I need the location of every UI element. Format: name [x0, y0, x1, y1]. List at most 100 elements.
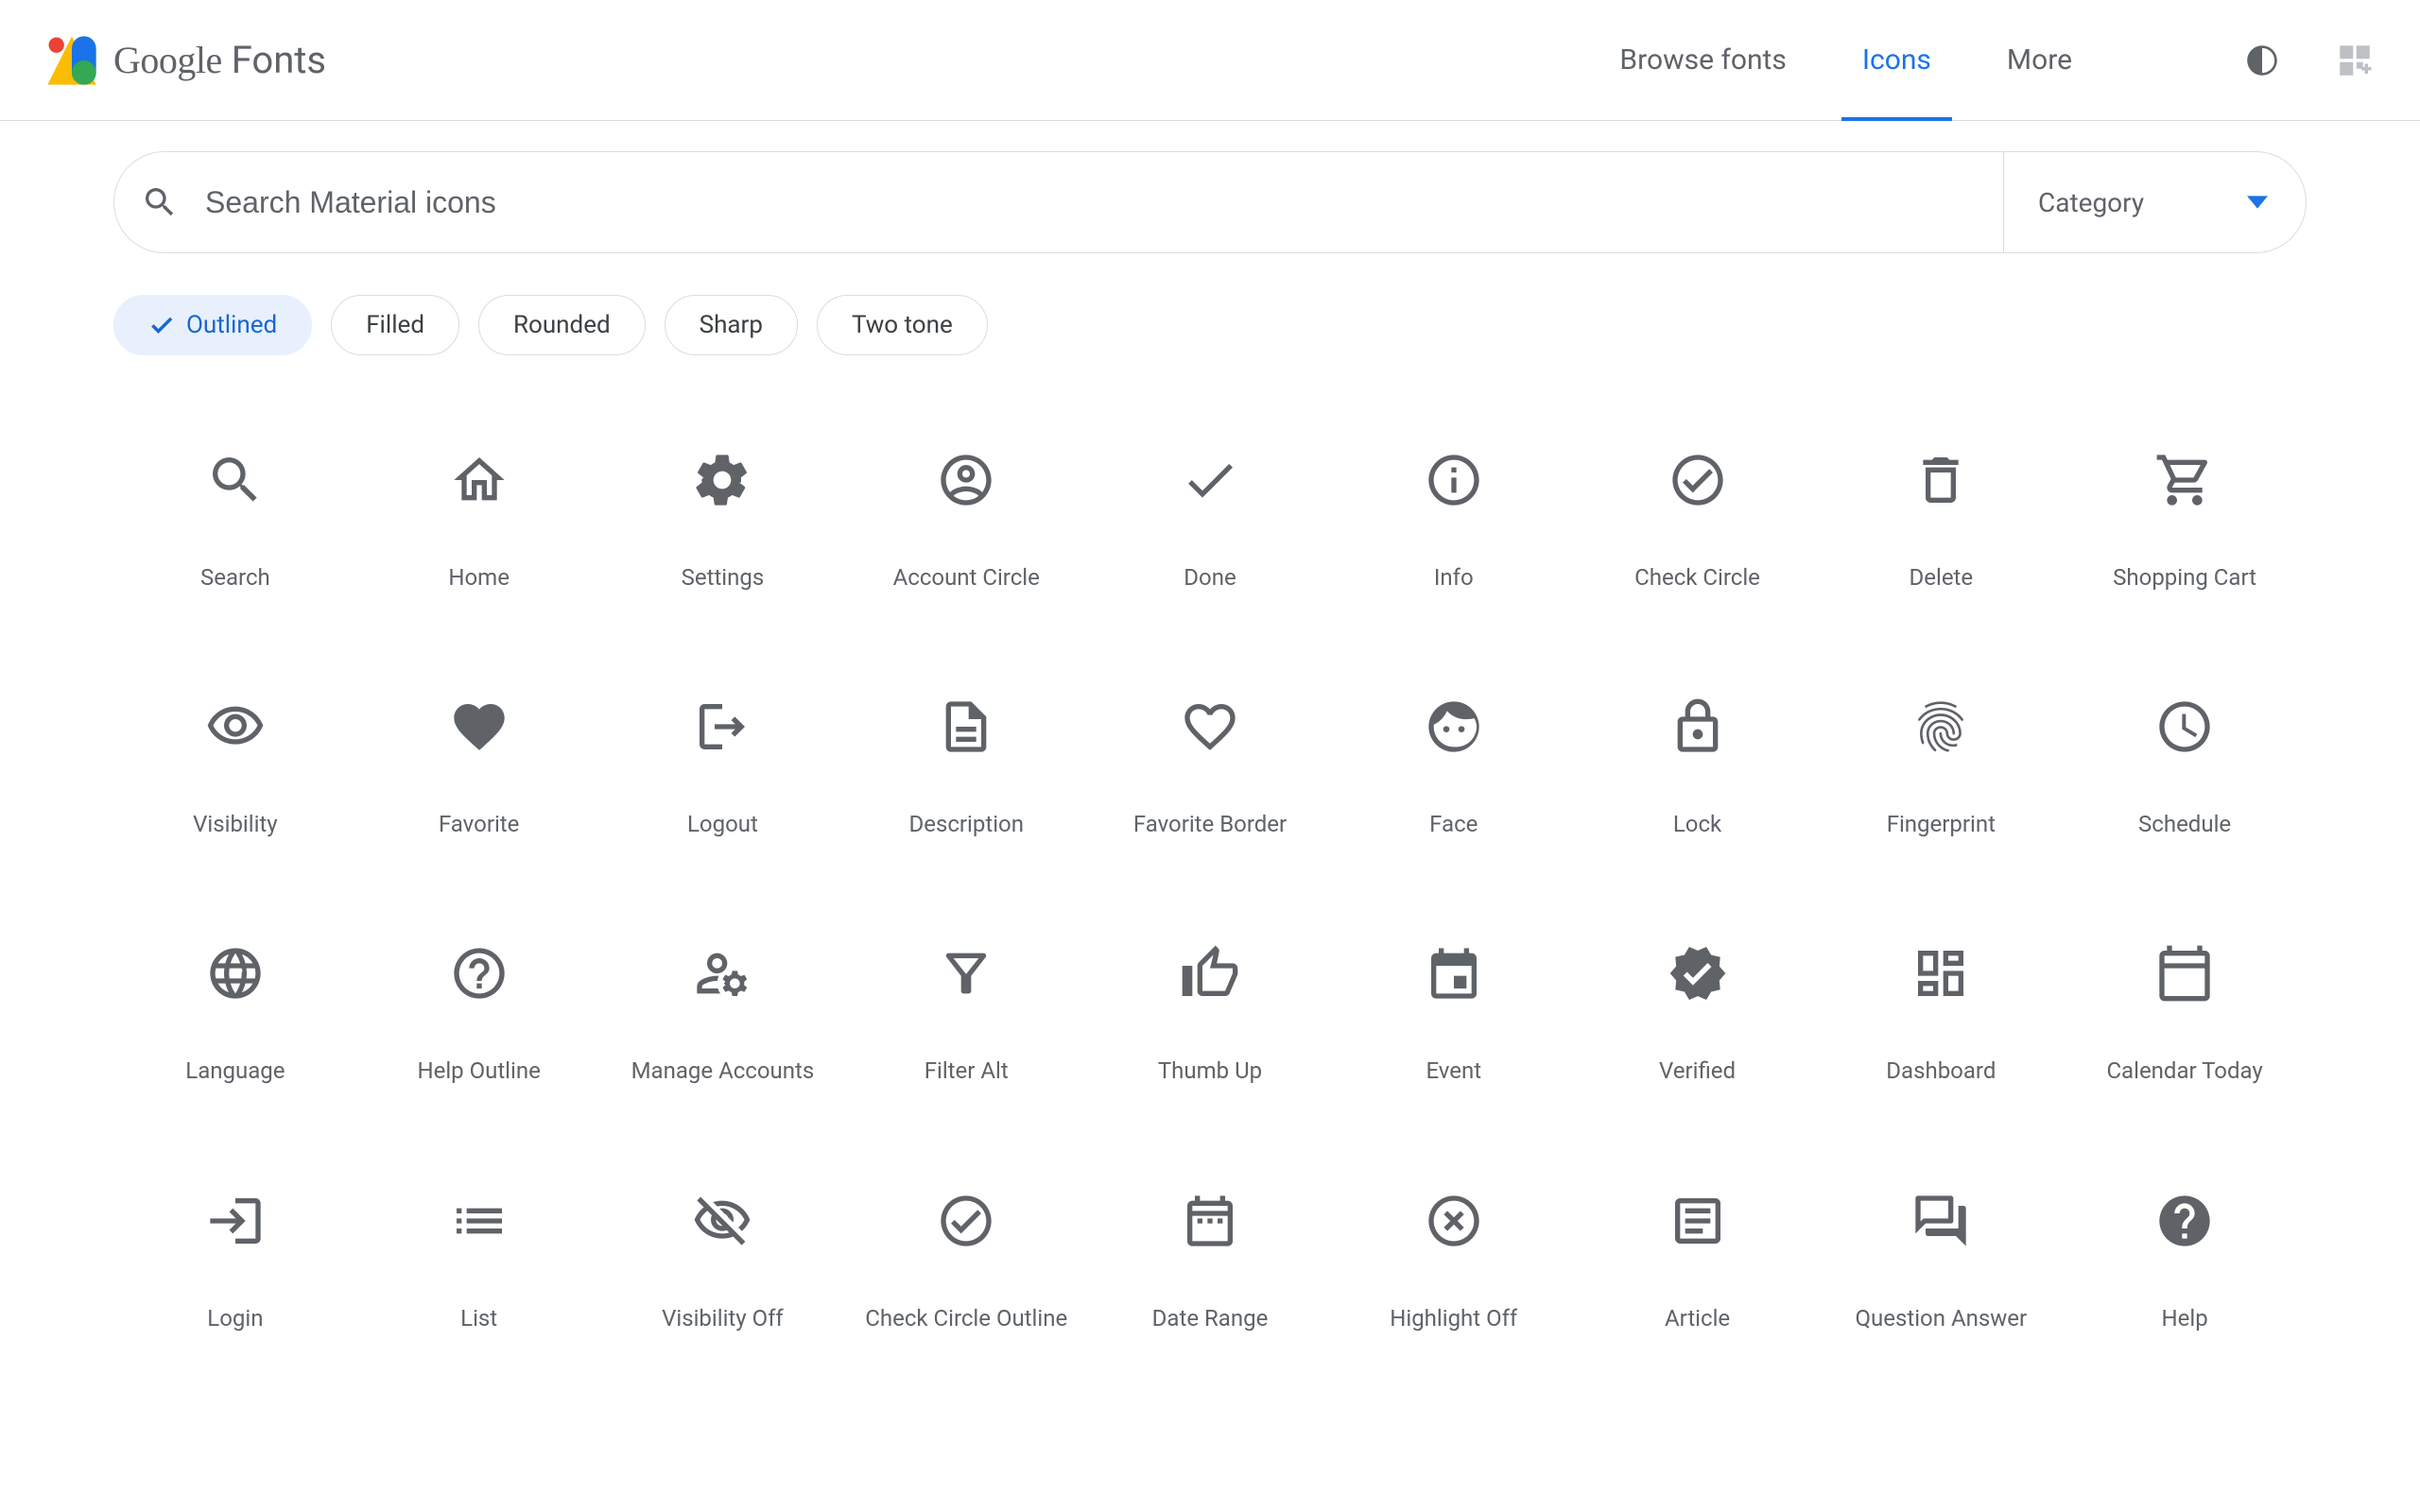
icon-label: Visibility: [193, 810, 278, 839]
category-dropdown[interactable]: Category: [2003, 151, 2306, 253]
icon-label: Logout: [687, 810, 758, 839]
chip-sharp[interactable]: Sharp: [665, 295, 798, 355]
chip-rounded[interactable]: Rounded: [478, 295, 646, 355]
icon-cell-visibility_off[interactable]: Visibility Off: [601, 1191, 845, 1333]
icon-cell-shopping_cart[interactable]: Shopping Cart: [2063, 450, 2307, 593]
top-nav: Browse fonts Icons More: [1619, 0, 2375, 120]
search-bar: Category: [113, 151, 2307, 253]
icon-cell-help[interactable]: Help: [2063, 1191, 2307, 1333]
list-icon: [449, 1191, 510, 1251]
article-icon: [1668, 1191, 1728, 1251]
logo[interactable]: Google Fonts: [45, 34, 326, 87]
icon-cell-favorite[interactable]: Favorite: [357, 696, 601, 839]
settings-icon: [692, 450, 752, 510]
icon-cell-date_range[interactable]: Date Range: [1088, 1191, 1332, 1333]
chevron-down-icon: [2247, 192, 2268, 213]
fingerprint-icon: [1910, 696, 1971, 757]
chip-outlined[interactable]: Outlined: [113, 295, 312, 355]
lock-icon: [1668, 696, 1728, 757]
icon-label: Fingerprint: [1887, 810, 1996, 839]
icon-label: Manage Accounts: [631, 1057, 815, 1086]
calendar_today-icon: [2154, 943, 2215, 1004]
dark-mode-icon[interactable]: [2242, 41, 2282, 80]
language-icon: [205, 943, 266, 1004]
icon-label: Face: [1429, 810, 1478, 839]
icon-label: Lock: [1673, 810, 1721, 839]
icon-label: Schedule: [2138, 810, 2231, 839]
event-icon: [1424, 943, 1484, 1004]
icon-cell-logout[interactable]: Logout: [601, 696, 845, 839]
home-icon: [449, 450, 510, 510]
icon-cell-fingerprint[interactable]: Fingerprint: [1819, 696, 2063, 839]
icon-label: Home: [448, 563, 510, 593]
chip-two-tone[interactable]: Two tone: [817, 295, 988, 355]
nav-icons[interactable]: Icons: [1862, 0, 1931, 120]
icon-cell-description[interactable]: Description: [844, 696, 1088, 839]
header: Google Fonts Browse fonts Icons More: [0, 0, 2420, 121]
icon-cell-check_circle_outline[interactable]: Check Circle Outline: [844, 1191, 1088, 1333]
icon-label: Shopping Cart: [2113, 563, 2256, 593]
icon-cell-list[interactable]: List: [357, 1191, 601, 1333]
search-input[interactable]: [205, 185, 2003, 220]
nav-more[interactable]: More: [2007, 0, 2072, 120]
icon-cell-highlight_off[interactable]: Highlight Off: [1332, 1191, 1576, 1333]
icon-label: Visibility Off: [662, 1304, 784, 1333]
icon-cell-language[interactable]: Language: [113, 943, 357, 1086]
icon-cell-favorite_border[interactable]: Favorite Border: [1088, 696, 1332, 839]
icon-cell-check_circle[interactable]: Check Circle: [1576, 450, 1820, 593]
category-label: Category: [2038, 187, 2228, 218]
icon-label: Question Answer: [1856, 1304, 2028, 1333]
icon-cell-done[interactable]: Done: [1088, 450, 1332, 593]
help_outline-icon: [449, 943, 510, 1004]
icon-label: Thumb Up: [1158, 1057, 1262, 1086]
schedule-icon: [2154, 696, 2215, 757]
icon-cell-thumb_up[interactable]: Thumb Up: [1088, 943, 1332, 1086]
manage_accounts-icon: [692, 943, 752, 1004]
icon-label: Article: [1665, 1304, 1730, 1333]
icon-label: Dashboard: [1886, 1057, 1996, 1086]
icon-cell-article[interactable]: Article: [1576, 1191, 1820, 1333]
icon-cell-filter_alt[interactable]: Filter Alt: [844, 943, 1088, 1086]
icon-label: List: [460, 1304, 497, 1333]
verified-icon: [1668, 943, 1728, 1004]
icon-label: Verified: [1659, 1057, 1736, 1086]
check-icon: [148, 312, 175, 338]
description-icon: [936, 696, 996, 757]
icon-cell-dashboard[interactable]: Dashboard: [1819, 943, 2063, 1086]
icon-label: Date Range: [1152, 1304, 1269, 1333]
icon-cell-settings[interactable]: Settings: [601, 450, 845, 593]
icon-label: Settings: [682, 563, 765, 593]
icon-cell-visibility[interactable]: Visibility: [113, 696, 357, 839]
icon-cell-event[interactable]: Event: [1332, 943, 1576, 1086]
icon-cell-manage_accounts[interactable]: Manage Accounts: [601, 943, 845, 1086]
google-fonts-logo-icon: [45, 34, 98, 87]
check_circle_outline-icon: [936, 1191, 996, 1251]
icon-cell-delete[interactable]: Delete: [1819, 450, 2063, 593]
icon-cell-account_circle[interactable]: Account Circle: [844, 450, 1088, 593]
icon-label: Check Circle Outline: [865, 1304, 1067, 1333]
icon-label: Check Circle: [1634, 563, 1760, 593]
selection-panel-icon[interactable]: [2335, 41, 2375, 80]
icon-cell-lock[interactable]: Lock: [1576, 696, 1820, 839]
icon-cell-schedule[interactable]: Schedule: [2063, 696, 2307, 839]
icon-cell-login[interactable]: Login: [113, 1191, 357, 1333]
nav-browse-fonts[interactable]: Browse fonts: [1619, 0, 1786, 120]
icon-label: Help Outline: [417, 1057, 540, 1086]
icon-cell-search[interactable]: Search: [113, 450, 357, 593]
icon-cell-info[interactable]: Info: [1332, 450, 1576, 593]
login-icon: [205, 1191, 266, 1251]
delete-icon: [1910, 450, 1971, 510]
shopping_cart-icon: [2154, 450, 2215, 510]
account_circle-icon: [936, 450, 996, 510]
icon-cell-question_answer[interactable]: Question Answer: [1819, 1191, 2063, 1333]
icon-cell-calendar_today[interactable]: Calendar Today: [2063, 943, 2307, 1086]
icon-cell-face[interactable]: Face: [1332, 696, 1576, 839]
search-icon: [114, 183, 205, 221]
icon-grid: Search Home Settings Account CircleDoneInfo…: [113, 450, 2307, 1333]
icon-cell-help_outline[interactable]: Help Outline: [357, 943, 601, 1086]
chip-filled[interactable]: Filled: [331, 295, 459, 355]
icon-label: Help: [2162, 1304, 2208, 1333]
icon-cell-home[interactable]: Home: [357, 450, 601, 593]
icon-cell-verified[interactable]: Verified: [1576, 943, 1820, 1086]
visibility_off-icon: [692, 1191, 752, 1251]
